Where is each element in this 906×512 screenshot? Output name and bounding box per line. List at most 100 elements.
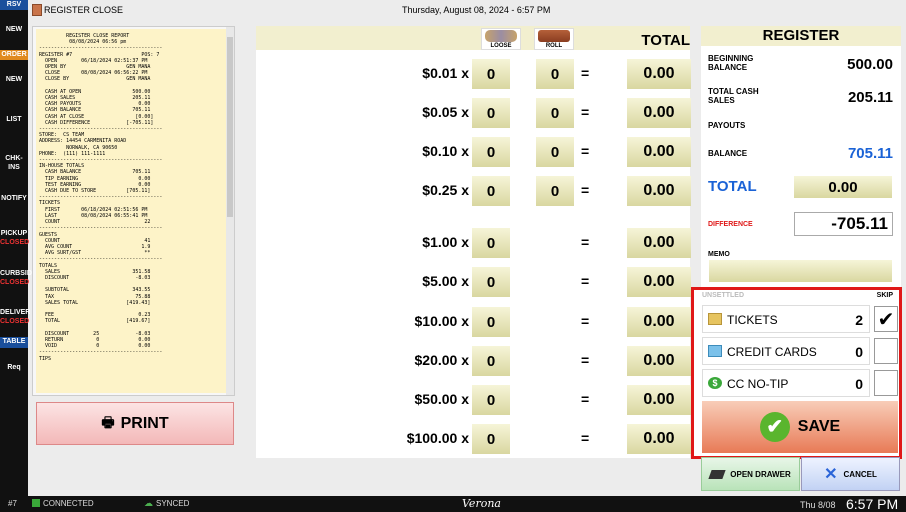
status-time: 6:57 PM: [846, 496, 899, 512]
total-column-header: TOTAL: [641, 32, 690, 49]
total-label: TOTAL: [708, 178, 757, 195]
loose-count-input[interactable]: 0: [472, 98, 510, 128]
receipt-scrollbar[interactable]: [226, 27, 234, 395]
roll-count-input[interactable]: 0: [536, 176, 574, 206]
loose-count-input[interactable]: 0: [472, 59, 510, 89]
left-sidebar: RSV NEW ORDER NEW LIST CHK-INS NOTIFY PI…: [0, 0, 32, 512]
tickets-skip-checkbox[interactable]: ✔: [874, 306, 898, 332]
difference-label: DIFFERENCE: [708, 221, 753, 228]
denomination-counter: LOOSE ROLL TOTAL $0.01 x 0 0 = 0.00 $0.0…: [256, 26, 691, 458]
denom-total: 0.00: [627, 137, 691, 167]
sidebar-curbside-label: CURBSID: [0, 270, 32, 277]
skip-label: SKIP: [876, 292, 893, 299]
loose-coins-tag: LOOSE: [481, 28, 521, 50]
close-icon: ✕: [824, 466, 838, 483]
unsettled-label: UNSETTLED: [702, 292, 744, 299]
denom-total: 0.00: [627, 385, 691, 415]
cc-no-tip-count: 0: [855, 376, 863, 392]
bill-count-input[interactable]: 0: [472, 424, 510, 454]
denom-total: 0.00: [627, 228, 691, 258]
memo-field[interactable]: [709, 260, 892, 282]
beginning-balance-label-line2: BALANCE: [708, 63, 748, 72]
register-icon: [32, 4, 42, 16]
denom-label: $50.00 x: [414, 391, 470, 407]
equals-sign: =: [581, 391, 590, 407]
sidebar-delivery-status: CLOSED: [0, 318, 30, 325]
tickets-count: 2: [855, 312, 863, 328]
bill-count-input[interactable]: 0: [472, 385, 510, 415]
balance-label: BALANCE: [708, 149, 748, 158]
unsettled-credit-cards-row[interactable]: CREDIT CARDS 0: [702, 337, 870, 365]
dollar-icon: $: [708, 377, 722, 389]
denom-total: 0.00: [627, 176, 691, 206]
ticket-icon: [708, 313, 722, 325]
sidebar-delivery[interactable]: DELIVER CLOSED: [0, 308, 30, 326]
unsettled-cc-no-tip-row[interactable]: $ CC NO-TIP 0: [702, 369, 870, 397]
printer-icon: 🖶: [101, 413, 115, 430]
receipt-preview: REGISTER CLOSE REPORT 08/08/2024 06:56 p…: [32, 26, 235, 396]
cancel-label: CANCEL: [843, 469, 877, 479]
counter-header: LOOSE ROLL TOTAL: [256, 26, 690, 50]
sidebar-order[interactable]: ORDER: [0, 50, 28, 60]
payouts-label: PAYOUTS: [708, 121, 746, 130]
credit-cards-count: 0: [855, 344, 863, 360]
beginning-balance-label-line1: BEGINNING: [708, 54, 754, 63]
denom-label: $1.00 x: [422, 234, 469, 250]
denom-label: $10.00 x: [414, 313, 470, 329]
credit-cards-skip-checkbox[interactable]: [874, 338, 898, 364]
screen-title: REGISTER CLOSE: [44, 5, 124, 15]
cc-no-tip-skip-checkbox[interactable]: [874, 370, 898, 396]
roll-count-input[interactable]: 0: [536, 98, 574, 128]
station-number: #7: [8, 499, 17, 508]
sidebar-list[interactable]: LIST: [0, 115, 28, 124]
bill-count-input[interactable]: 0: [472, 307, 510, 337]
bill-count-input[interactable]: 0: [472, 346, 510, 376]
connected-icon: [32, 499, 40, 507]
sidebar-new[interactable]: NEW: [0, 75, 28, 84]
loose-count-input[interactable]: 0: [472, 137, 510, 167]
open-drawer-label: OPEN DRAWER: [730, 469, 791, 479]
loose-count-input[interactable]: 0: [472, 176, 510, 206]
sidebar-rsv[interactable]: RSV: [0, 0, 28, 10]
sidebar-curbside-status: CLOSED: [0, 279, 30, 286]
denom-label: $0.25 x: [422, 182, 469, 198]
status-bar: #7 CONNECTED ☁ SYNCED Verona Thu 8/08 6:…: [0, 496, 906, 512]
sidebar-pickup-status: CLOSED: [0, 239, 30, 246]
equals-sign: =: [581, 182, 590, 198]
sidebar-table[interactable]: TABLE: [0, 337, 28, 348]
credit-card-icon: [708, 345, 722, 357]
difference-value: -705.11: [794, 212, 893, 236]
equals-sign: =: [581, 234, 590, 250]
sidebar-pickup[interactable]: PICKUP CLOSED: [0, 229, 30, 247]
sidebar-notify[interactable]: NOTIFY: [0, 194, 28, 203]
register-summary: REGISTER BEGINNING BALANCE 500.00 TOTAL …: [701, 26, 901, 288]
cancel-button[interactable]: ✕ CANCEL: [801, 457, 900, 491]
print-label: PRINT: [120, 414, 169, 432]
roll-count-input[interactable]: 0: [536, 59, 574, 89]
sidebar-req[interactable]: Req: [0, 363, 28, 372]
receipt-scroll-thumb[interactable]: [227, 37, 233, 217]
save-button[interactable]: ✔ SAVE: [702, 401, 898, 453]
denom-total: 0.00: [627, 59, 691, 89]
total-value-field[interactable]: 0.00: [794, 176, 892, 198]
sidebar-chk-ins[interactable]: CHK-INS: [0, 154, 28, 172]
loose-tag-label: LOOSE: [490, 43, 512, 49]
bill-count-input[interactable]: 0: [472, 267, 510, 297]
receipt-text: REGISTER CLOSE REPORT 08/08/2024 06:56 p…: [36, 29, 227, 393]
open-drawer-button[interactable]: OPEN DRAWER: [701, 457, 800, 491]
synced-status: SYNCED: [156, 499, 190, 508]
connected-status: CONNECTED: [43, 499, 94, 508]
equals-sign: =: [581, 313, 590, 329]
header-datetime: Thursday, August 08, 2024 - 6:57 PM: [402, 5, 551, 15]
total-cash-sales-label-line2: SALES: [708, 96, 735, 105]
equals-sign: =: [581, 104, 590, 120]
sidebar-new-top[interactable]: NEW: [0, 25, 28, 34]
unsettled-tickets-row[interactable]: TICKETS 2: [702, 305, 870, 333]
sidebar-curbside[interactable]: CURBSID CLOSED: [0, 269, 32, 287]
equals-sign: =: [581, 273, 590, 289]
roll-count-input[interactable]: 0: [536, 137, 574, 167]
memo-label: MEMO: [708, 251, 730, 258]
equals-sign: =: [581, 65, 590, 81]
print-button[interactable]: 🖶 PRINT: [36, 402, 234, 445]
bill-count-input[interactable]: 0: [472, 228, 510, 258]
